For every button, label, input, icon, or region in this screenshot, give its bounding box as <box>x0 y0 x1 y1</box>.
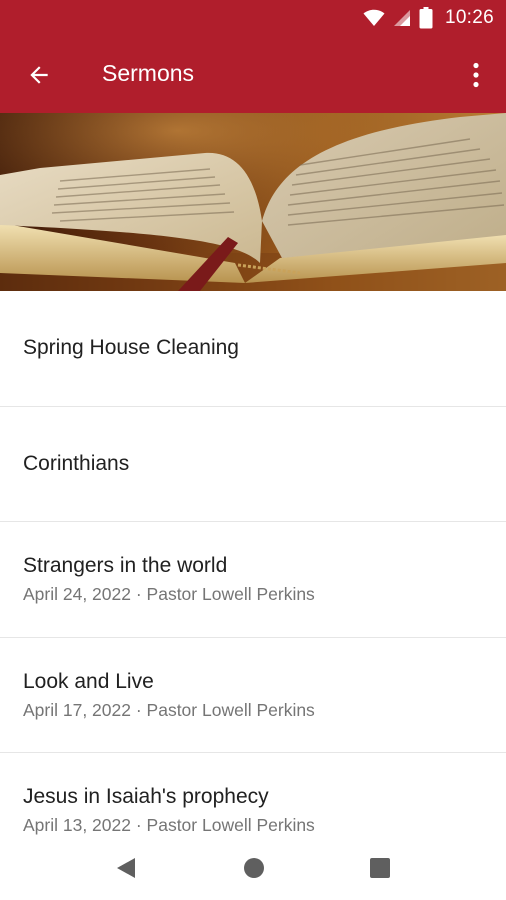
back-button[interactable] <box>22 58 56 92</box>
list-item[interactable]: Look and Live April 17, 2022 · Pastor Lo… <box>0 638 506 753</box>
list-item[interactable]: Corinthians <box>0 407 506 522</box>
circle-home-icon <box>244 858 264 878</box>
square-recents-icon <box>370 858 390 878</box>
sermon-list: Spring House Cleaning Corinthians Strang… <box>0 291 506 836</box>
sermon-subtitle: April 17, 2022 · Pastor Lowell Perkins <box>23 699 315 720</box>
more-vert-icon <box>473 62 479 88</box>
list-item[interactable]: Strangers in the world April 24, 2022 · … <box>0 522 506 638</box>
nav-recents-button[interactable] <box>364 852 396 884</box>
list-item[interactable]: Jesus in Isaiah's prophecy April 13, 202… <box>0 753 506 836</box>
sermon-subtitle: April 13, 2022 · Pastor Lowell Perkins <box>23 815 315 836</box>
sermon-title: Spring House Cleaning <box>23 336 239 360</box>
sermon-title: Corinthians <box>23 451 130 475</box>
sermon-subtitle: April 24, 2022 · Pastor Lowell Perkins <box>23 584 315 605</box>
wifi-icon <box>363 9 385 26</box>
nav-home-button[interactable] <box>238 852 270 884</box>
sermon-title: Jesus in Isaiah's prophecy <box>23 785 269 809</box>
system-navigation-bar <box>0 836 506 900</box>
triangle-back-icon <box>117 858 135 878</box>
status-bar: 10:26 <box>0 0 506 36</box>
cellular-signal-icon <box>393 10 410 26</box>
status-time: 10:26 <box>444 7 494 28</box>
sermon-title: Look and Live <box>23 669 154 693</box>
list-item[interactable]: Spring House Cleaning <box>0 291 506 407</box>
sermon-title: Strangers in the world <box>23 554 228 578</box>
arrow-back-icon <box>30 66 48 84</box>
hero-bible-image <box>0 113 506 291</box>
overflow-menu-button[interactable] <box>462 58 490 92</box>
nav-back-button[interactable] <box>110 852 142 884</box>
open-bible-illustration <box>0 113 506 291</box>
app-bar: Sermons <box>0 36 506 113</box>
battery-icon <box>419 7 433 29</box>
page-title: Sermons <box>102 60 195 86</box>
